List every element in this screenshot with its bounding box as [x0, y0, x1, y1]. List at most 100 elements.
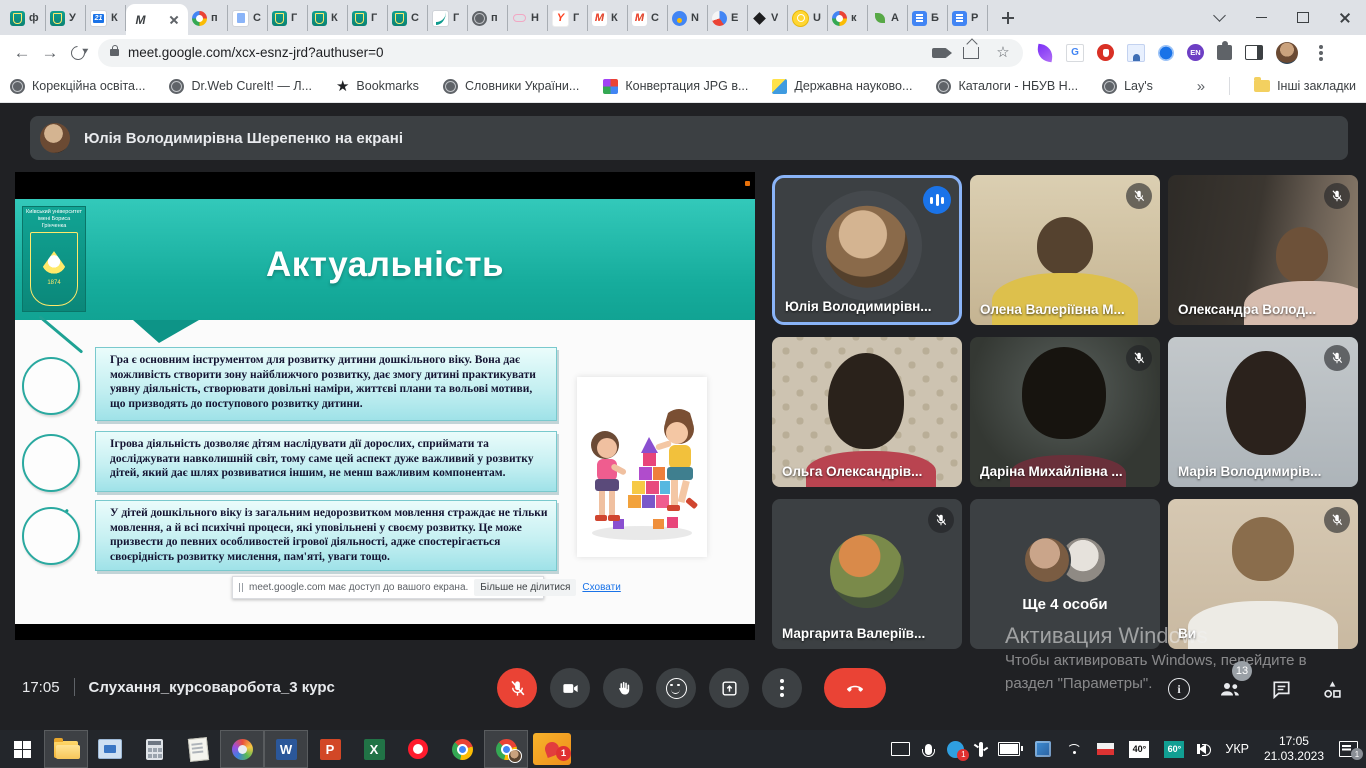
participant-tile-darina[interactable]: Даріна Михайлівна ... [970, 337, 1160, 487]
tab-search-button[interactable] [1198, 0, 1240, 35]
browser-tab[interactable]: Г [268, 5, 308, 31]
reactions-button[interactable] [656, 668, 696, 708]
microphone-tray-icon[interactable] [925, 744, 932, 755]
bookmark-item[interactable]: Lay's [1102, 79, 1153, 94]
raise-hand-button[interactable] [603, 668, 643, 708]
browser-tab[interactable]: Б [908, 5, 948, 31]
keyboard-language-indicator[interactable]: УКР [1225, 742, 1249, 756]
app-tray-icon[interactable] [1035, 741, 1051, 757]
browser-tab[interactable]: Г [428, 5, 468, 31]
taskbar-clock[interactable]: 17:0521.03.2023 [1264, 734, 1324, 764]
bookmark-item[interactable]: Корекційна освіта... [10, 79, 145, 94]
minimize-button[interactable] [1240, 0, 1282, 35]
battery-tray-icon[interactable] [998, 742, 1020, 756]
mic-toggle-button[interactable] [497, 668, 537, 708]
camera-toggle-button[interactable] [550, 668, 590, 708]
taskbar-file-explorer[interactable] [44, 730, 88, 768]
messenger-tray-icon[interactable]: 1 [947, 741, 964, 758]
start-button[interactable] [0, 730, 44, 768]
participant-tile-maria[interactable]: Марія Володимирів... [1168, 337, 1358, 487]
participant-tile-yulia[interactable]: Юлія Володимирівн... [772, 175, 962, 325]
participant-tile-margaryta[interactable]: Маргарита Валеріїв... [772, 499, 962, 649]
usb-tray-icon[interactable] [979, 742, 983, 757]
maximize-button[interactable] [1282, 0, 1324, 35]
taskbar-mail-app[interactable]: 1 [528, 730, 576, 768]
browser-tab[interactable]: К [308, 5, 348, 31]
new-tab-button[interactable] [994, 4, 1022, 32]
taskbar-powerpoint[interactable]: P [308, 730, 352, 768]
blue-dot-extension-icon[interactable] [1158, 45, 1174, 61]
url-text[interactable]: meet.google.com/xcx-esnz-jrd?authuser=0 [128, 45, 384, 60]
shared-screen-stage[interactable]: Актуальність Київський університет імені… [15, 172, 755, 640]
bookmarks-overflow-button[interactable]: » [1197, 78, 1205, 95]
chat-button[interactable] [1268, 676, 1294, 702]
taskbar-notepad[interactable] [176, 730, 220, 768]
browser-tab[interactable]: N [668, 5, 708, 31]
back-button[interactable]: ← [8, 39, 36, 67]
browser-tab[interactable]: п [468, 5, 508, 31]
taskbar-presentation-app[interactable] [88, 730, 132, 768]
en-extension-icon[interactable]: EN [1187, 44, 1204, 61]
browser-tab-active-meet[interactable] [126, 4, 188, 35]
translate-extension-icon[interactable]: G [1066, 44, 1084, 62]
browser-tab[interactable]: С [388, 5, 428, 31]
bookmark-item[interactable]: Державна науково... [772, 79, 912, 94]
participant-tile-oleksandra[interactable]: Олександра Волод... [1168, 175, 1358, 325]
participant-tile-olha[interactable]: Ольга Олександрів... [772, 337, 962, 487]
more-options-button[interactable] [762, 668, 802, 708]
browser-tab[interactable]: К [86, 5, 126, 31]
extensions-puzzle-icon[interactable] [1217, 45, 1232, 60]
taskbar-paint[interactable] [220, 730, 264, 768]
profile-doc-extension-icon[interactable] [1127, 44, 1145, 62]
display-tray-icon[interactable] [891, 742, 910, 756]
taskbar-word[interactable]: W [264, 730, 308, 768]
taskbar-chrome[interactable] [440, 730, 484, 768]
weather-widget-low[interactable]: 60° [1164, 741, 1184, 758]
bookmark-item[interactable]: Конвертация JPG в... [603, 79, 748, 94]
present-screen-button[interactable] [709, 668, 749, 708]
browser-tab[interactable]: ф [6, 5, 46, 31]
taskbar-opera[interactable] [396, 730, 440, 768]
taskbar-excel[interactable]: X [352, 730, 396, 768]
bookmark-item[interactable]: Словники України... [443, 79, 579, 94]
wifi-tray-icon[interactable] [1066, 744, 1082, 755]
stop-sharing-button[interactable]: Більше не ділитися [474, 579, 576, 596]
volume-tray-icon[interactable] [1199, 744, 1210, 754]
browser-menu-icon[interactable] [1319, 51, 1323, 55]
bookmark-item[interactable]: Dr.Web CureIt! — Л... [169, 79, 312, 94]
browser-tab[interactable]: п [188, 5, 228, 31]
browser-tab[interactable]: Г [348, 5, 388, 31]
activities-button[interactable] [1319, 676, 1345, 702]
taskbar-calculator[interactable] [132, 730, 176, 768]
browser-tab[interactable]: С [228, 5, 268, 31]
feather-extension-icon[interactable] [1036, 43, 1055, 62]
browser-tab[interactable]: U [788, 5, 828, 31]
participant-tile-olena[interactable]: Олена Валеріївна М... [970, 175, 1160, 325]
forward-button[interactable]: → [36, 39, 64, 67]
drag-handle-icon[interactable] [239, 583, 243, 592]
browser-tab[interactable]: V [748, 5, 788, 31]
browser-tab[interactable]: С [628, 5, 668, 31]
other-bookmarks-folder[interactable]: Інші закладки [1254, 79, 1356, 93]
browser-tab[interactable]: Е [708, 5, 748, 31]
url-omnibox[interactable]: meet.google.com/xcx-esnz-jrd?authuser=0 [98, 39, 1023, 67]
browser-tab[interactable]: Р [948, 5, 988, 31]
meeting-details-button[interactable] [1166, 676, 1192, 702]
browser-tab[interactable]: У [46, 5, 86, 31]
close-tab-icon[interactable] [167, 13, 181, 27]
share-icon[interactable] [963, 47, 979, 59]
side-panel-icon[interactable] [1245, 45, 1263, 60]
bookmark-star-icon[interactable] [995, 45, 1011, 61]
browser-tab[interactable]: К [588, 5, 628, 31]
close-window-button[interactable] [1324, 0, 1366, 35]
end-call-button[interactable] [824, 668, 886, 708]
bookmark-item[interactable]: Bookmarks [336, 79, 419, 94]
browser-tab[interactable]: к [828, 5, 868, 31]
profile-avatar[interactable] [1276, 42, 1298, 64]
reload-button[interactable] [64, 39, 92, 67]
adblock-extension-icon[interactable] [1097, 44, 1114, 61]
browser-tab[interactable]: Г [548, 5, 588, 31]
hide-notice-link[interactable]: Сховати [582, 582, 620, 593]
taskbar-chrome-profile[interactable] [484, 730, 528, 768]
camera-permission-icon[interactable] [932, 48, 947, 58]
